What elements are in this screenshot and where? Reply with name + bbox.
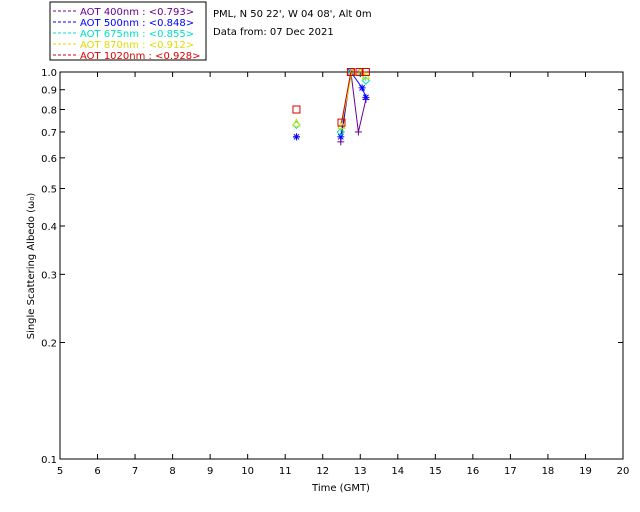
x-tick-label: 16 (466, 466, 479, 477)
x-tick-label: 13 (354, 466, 367, 477)
x-tick-label: 12 (316, 466, 329, 477)
data-point (292, 133, 300, 141)
x-tick-label: 6 (94, 466, 100, 477)
y-tick-label: 0.2 (41, 339, 57, 350)
legend-item: AOT 1020nm : <0.928> (80, 51, 200, 62)
x-tick-label: 18 (542, 466, 555, 477)
legend-item: AOT 870nm : <0.912> (80, 40, 194, 51)
albedo-chart: AOT 400nm : <0.793>AOT 500nm : <0.848>AO… (26, 1, 630, 494)
data-point (354, 128, 362, 136)
y-tick-label: 0.7 (41, 128, 57, 139)
x-tick-label: 10 (241, 466, 254, 477)
date-info: Data from: 07 Dec 2021 (213, 27, 334, 38)
y-tick-label: 1.0 (41, 68, 57, 79)
data-point (362, 93, 370, 101)
legend-item: AOT 400nm : <0.793> (80, 7, 194, 18)
x-tick-label: 20 (617, 466, 630, 477)
x-tick-label: 8 (169, 466, 175, 477)
x-tick-label: 17 (504, 466, 517, 477)
y-tick-label: 0.3 (41, 270, 57, 281)
legend-item: AOT 675nm : <0.855> (80, 29, 194, 40)
y-axis: 0.1 0.2 0.3 0.4 0.5 0.6 0.7 0.8 0.9 1.0 (41, 68, 623, 466)
x-tick-label: 7 (132, 466, 138, 477)
y-tick-label: 0.5 (41, 184, 57, 195)
site-info: PML, N 50 22', W 04 08', Alt 0m (213, 9, 372, 20)
legend-item: AOT 500nm : <0.848> (80, 18, 194, 29)
series-layer (292, 67, 371, 146)
y-tick-label: 0.1 (41, 455, 57, 466)
y-tick-label: 0.9 (41, 86, 57, 97)
series (292, 68, 370, 146)
x-tick-label: 14 (391, 466, 404, 477)
series (292, 68, 370, 127)
x-tick-label: 19 (579, 466, 592, 477)
x-tick-label: 11 (279, 466, 292, 477)
data-point (292, 105, 301, 114)
y-tick-label: 0.6 (41, 154, 57, 165)
x-tick-label: 9 (207, 466, 213, 477)
data-point (358, 84, 366, 92)
y-tick-label: 0.8 (41, 106, 57, 117)
x-axis-label: Time (GMT) (311, 483, 370, 494)
y-tick-label: 0.4 (41, 222, 57, 233)
data-point (337, 133, 345, 141)
x-tick-label: 5 (57, 466, 63, 477)
y-axis-label: Single Scattering Albedo (ω₀) (26, 193, 37, 340)
x-tick-label: 15 (429, 466, 442, 477)
series (292, 67, 371, 129)
data-point (292, 117, 301, 127)
